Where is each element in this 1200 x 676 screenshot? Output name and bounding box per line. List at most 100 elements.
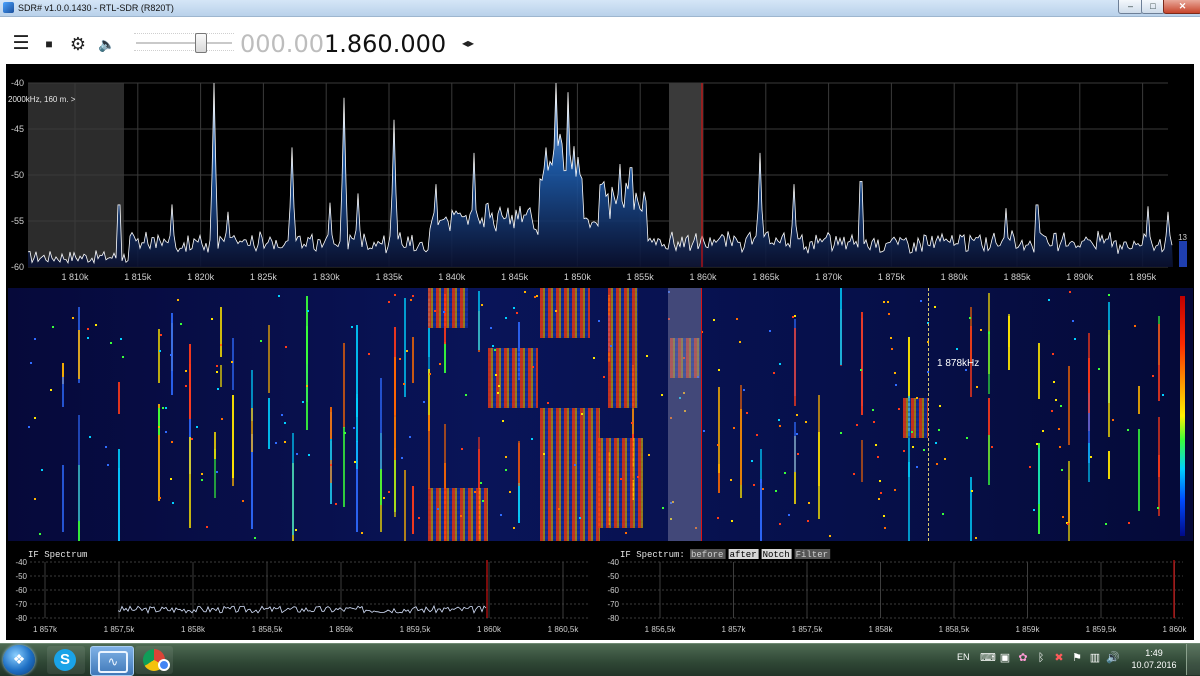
waterfall-speckle [201, 479, 203, 481]
waterfall-speckle [201, 473, 203, 475]
frequency-main[interactable]: 1.860.000 [324, 30, 446, 58]
waterfall-speckle [555, 310, 557, 312]
if-y-tick: -80 [15, 614, 27, 623]
if-y-tick: -60 [15, 586, 27, 595]
spectrum-y-tick: -40 [11, 78, 24, 88]
waterfall-display[interactable]: 1 878kHz [8, 288, 1193, 541]
stop-icon[interactable]: ■ [40, 35, 58, 53]
gear-icon[interactable]: ⚙ [69, 35, 87, 53]
waterfall-speckle [829, 535, 831, 537]
waterfall-speckle [34, 338, 36, 340]
waterfall-speckle [966, 437, 968, 439]
waterfall-speckle [461, 448, 463, 450]
close-button[interactable]: ✕ [1163, 0, 1200, 14]
waterfall-signal-trace [908, 462, 910, 541]
volume-slider[interactable] [136, 42, 232, 44]
waterfall-speckle [1069, 291, 1071, 293]
if-x-tick: 1 857k [33, 625, 58, 634]
waterfall-speckle [159, 350, 161, 352]
network-icon[interactable]: ▥ [1088, 651, 1102, 665]
waterfall-speckle [516, 312, 518, 314]
waterfall-speckle [1042, 430, 1044, 432]
if-x-tick: 1 858,5k [252, 625, 284, 634]
waterfall-speckle [296, 453, 298, 455]
maximize-button[interactable]: □ [1141, 0, 1165, 14]
waterfall-speckle [1051, 410, 1053, 412]
waterfall-speckle [418, 517, 420, 519]
waterfall-signal-trace [988, 435, 990, 485]
spectrum-analyzer[interactable]: -40 -45 -50 -55 -60 1 810k 1 815k 1 820k 1 825k 1… [8, 65, 1193, 284]
waterfall-speckle [935, 442, 937, 444]
taskbar-skype[interactable]: S [47, 646, 85, 674]
spectrum-x-tick: 1 870k [815, 272, 843, 282]
waterfall-speckle [593, 357, 595, 359]
taskbar-chrome[interactable] [135, 646, 173, 674]
system-clock[interactable]: 1:49 10.07.2016 [1128, 647, 1180, 671]
waterfall-speckle [646, 355, 648, 357]
waterfall-signal-trace [1158, 417, 1160, 516]
show-desktop-button[interactable] [1186, 644, 1200, 675]
minimize-button[interactable]: – [1118, 0, 1143, 14]
if-title: IF Spectrum: [620, 550, 685, 560]
volume-slider-thumb[interactable] [195, 33, 207, 53]
keyboard-icon[interactable]: ⌨ [980, 651, 996, 665]
waterfall-speckle [1157, 507, 1159, 509]
waterfall-signal-trace [251, 408, 253, 452]
bluetooth-icon[interactable]: ᛒ [1034, 651, 1048, 665]
language-indicator[interactable]: EN [957, 652, 970, 662]
waterfall-signal-trace [428, 415, 430, 489]
waterfall-speckle [991, 446, 993, 448]
waterfall-speckle [713, 319, 715, 321]
speaker-tray-icon[interactable]: 🔊 [1106, 651, 1120, 665]
waterfall-speckle [165, 407, 167, 409]
frequency-prefix[interactable]: 000.00 [240, 30, 324, 58]
flag-icon[interactable]: ⚑ [1070, 651, 1084, 665]
if-y-tick: -70 [607, 600, 619, 609]
waterfall-speckle [383, 497, 385, 499]
waterfall-signal-trace [380, 378, 382, 469]
spectrum-level-readout: 13 [1178, 233, 1187, 242]
waterfall-speckle [779, 363, 781, 365]
waterfall-signal-trace [1038, 448, 1040, 504]
if-spectrum-right[interactable]: IF Spectrum: before after Notch Filter -40 -50… [600, 543, 1193, 637]
volume-icon[interactable]: 🔈 [98, 35, 116, 53]
waterfall-speckle [916, 397, 918, 399]
menu-icon[interactable]: ☰ [12, 34, 30, 53]
waterfall-speckle [920, 300, 922, 302]
if-y-tick: -60 [607, 586, 619, 595]
waterfall-speckle [524, 291, 526, 293]
waterfall-speckle [185, 385, 187, 387]
spectrum-x-tick: 1 855k [627, 272, 655, 282]
tray-app-icon[interactable]: ▣ [998, 651, 1012, 665]
waterfall-speckle [191, 438, 193, 440]
waterfall-colorbar [1180, 296, 1185, 536]
if-spectrum-left[interactable]: IF Spectrum-40 -50 -60 -70 -80 1 857k 1 857,5k… [8, 543, 598, 637]
waterfall-speckle [788, 514, 790, 516]
waterfall-speckle [278, 295, 280, 297]
waterfall-speckle [216, 471, 218, 473]
waterfall-speckle [1053, 381, 1055, 383]
if-y-tick: -40 [607, 558, 619, 567]
waterfall-speckle [490, 327, 492, 329]
waterfall-speckle [481, 304, 483, 306]
waterfall-speckle [1105, 523, 1107, 525]
waterfall-speckle [1062, 516, 1064, 518]
tune-arrows-icon[interactable]: ◂▸ [462, 36, 474, 50]
taskbar-sdr[interactable]: ∿ [90, 646, 134, 676]
waterfall-speckle [1112, 419, 1114, 421]
waterfall-signal-trace [1038, 343, 1040, 399]
waterfall-signal-trace [268, 398, 270, 449]
waterfall-speckle [610, 345, 612, 347]
waterfall-speckle [717, 517, 719, 519]
start-button[interactable]: ❖ [3, 645, 35, 675]
waterfall-speckle [912, 446, 914, 448]
waterfall-speckle [87, 337, 89, 339]
waterfall-speckle [971, 490, 973, 492]
flower-icon[interactable]: ✿ [1016, 651, 1030, 665]
waterfall-speckle [879, 480, 881, 482]
waterfall-speckle [942, 513, 944, 515]
waterfall-speckle [170, 478, 172, 480]
if-y-tick: -70 [15, 600, 27, 609]
frequency-display[interactable]: 000.001.860.000 [240, 30, 446, 58]
security-icon[interactable]: ✖ [1052, 651, 1066, 665]
